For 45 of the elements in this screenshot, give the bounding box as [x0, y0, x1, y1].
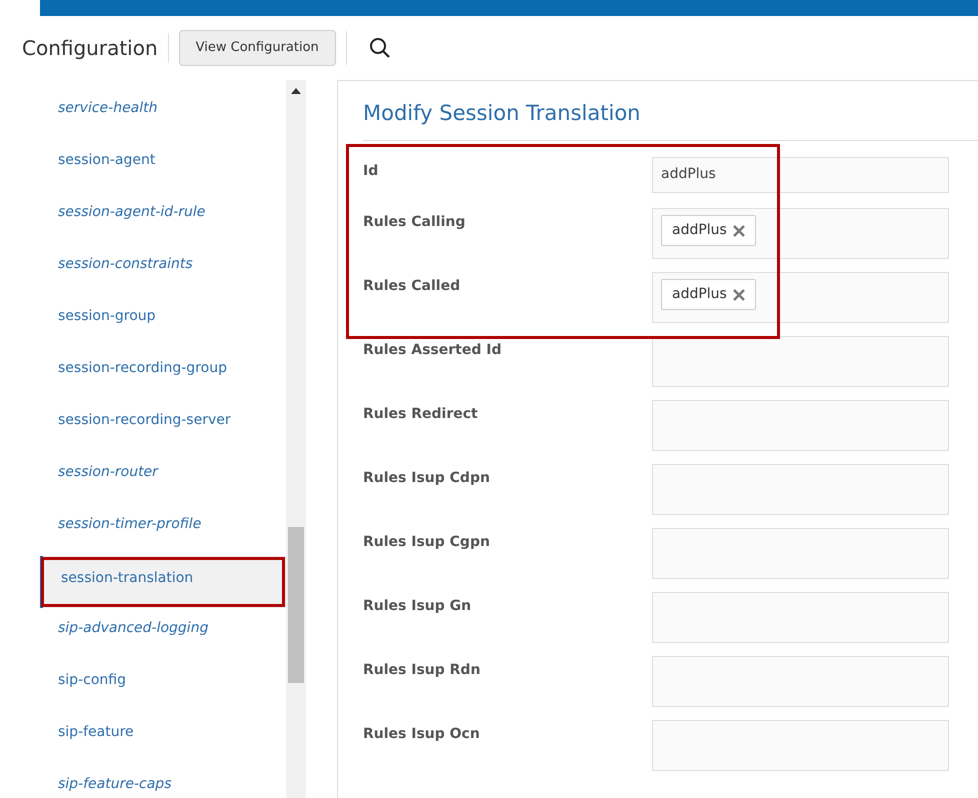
input-field[interactable]: addPlus: [652, 208, 949, 260]
input-field[interactable]: addPlus: [652, 157, 949, 194]
field-label: Id: [363, 162, 380, 182]
field-label: Rules Called: [363, 277, 462, 296]
input-field[interactable]: [652, 464, 949, 516]
input-field[interactable]: [652, 336, 949, 388]
view-configuration-button[interactable]: View Configuration: [178, 30, 336, 66]
field-label: Rules Isup Rdn: [363, 661, 482, 680]
input-field[interactable]: [652, 656, 949, 708]
sidebar-item[interactable]: session-group: [0, 296, 286, 348]
sidebar-item[interactable]: sip-config: [0, 660, 286, 712]
tag-chip[interactable]: addPlus: [661, 279, 756, 310]
field-label: Rules Redirect: [363, 405, 479, 424]
sidebar-item[interactable]: session-router: [0, 452, 286, 504]
sidebar-item[interactable]: session-timer-profile: [0, 504, 286, 556]
scroll-up-icon[interactable]: [291, 88, 301, 94]
sidebar-item[interactable]: session-agent: [0, 140, 286, 192]
sidebar-item[interactable]: sip-feature: [0, 712, 286, 764]
sidebar-item[interactable]: session-recording-group: [0, 348, 286, 400]
sidebar-item[interactable]: session-constraints: [0, 244, 286, 296]
input-field[interactable]: addPlus: [652, 272, 949, 324]
field-label: Rules Calling: [363, 213, 466, 232]
sidebar-item[interactable]: service-health: [0, 88, 286, 140]
scrollbar[interactable]: [286, 80, 306, 798]
sidebar-item[interactable]: session-translation: [40, 556, 286, 608]
field-label: Rules Asserted Id: [363, 341, 502, 360]
form-title: Modify Session Translation: [363, 101, 978, 142]
sidebar-item[interactable]: sip-advanced-logging: [0, 608, 286, 660]
input-field[interactable]: [652, 400, 949, 452]
input-field[interactable]: [652, 528, 949, 580]
field-label: Rules Isup Ocn: [363, 725, 481, 744]
sidebar-item[interactable]: session-agent-id-rule: [0, 192, 286, 244]
input-field[interactable]: [652, 720, 949, 772]
search-icon[interactable]: [368, 37, 391, 59]
remove-icon[interactable]: [732, 288, 745, 301]
field-label: Rules Isup Cgpn: [363, 533, 491, 552]
field-label: Rules Isup Gn: [363, 597, 472, 616]
page-title: Configuration: [22, 33, 169, 63]
field-label: Rules Isup Cdpn: [363, 469, 491, 488]
input-field[interactable]: [652, 592, 949, 644]
tag-chip[interactable]: addPlus: [661, 215, 756, 246]
scrollbar-thumb[interactable]: [288, 527, 304, 683]
remove-icon[interactable]: [732, 224, 745, 237]
sidebar-item[interactable]: session-recording-server: [0, 400, 286, 452]
sidebar-item[interactable]: sip-feature-caps: [0, 764, 286, 798]
